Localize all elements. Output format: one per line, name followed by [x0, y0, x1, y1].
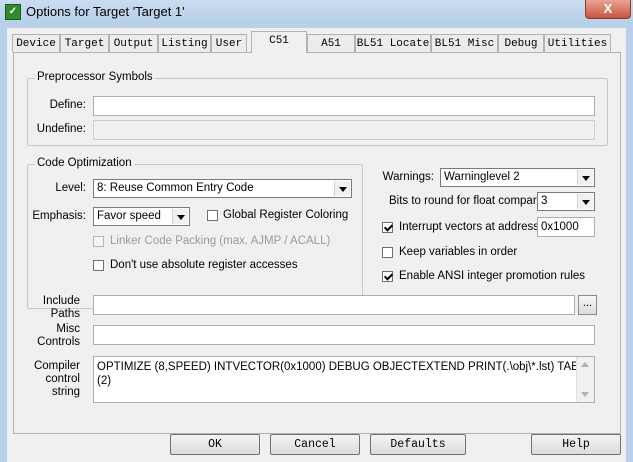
scroll-up-icon[interactable]: [581, 362, 589, 367]
interrupt-vectors-address-input[interactable]: 0x1000: [537, 217, 595, 237]
compiler-control-scrollbar[interactable]: [576, 357, 594, 402]
compiler-label-line2: control: [45, 373, 80, 385]
compiler-label-line3: string: [51, 386, 80, 398]
cancel-button[interactable]: Cancel: [270, 434, 360, 455]
scroll-down-icon[interactable]: [581, 392, 589, 397]
define-label: Define:: [49, 99, 86, 111]
interrupt-vectors-label: Interrupt vectors at address:: [399, 221, 543, 233]
level-label: Level:: [55, 182, 86, 194]
undefine-label: Undefine:: [36, 123, 86, 135]
float-bits-label: Bits to round for float compare:: [389, 195, 547, 207]
level-select[interactable]: 8: Reuse Common Entry Code: [93, 179, 352, 198]
interrupt-vectors-checkbox[interactable]: [382, 222, 393, 233]
no-absolute-register-label: Don't use absolute register accesses: [110, 259, 298, 271]
misc-label-line1: Misc: [56, 323, 80, 335]
compiler-control-string[interactable]: OPTIMIZE (8,SPEED) INTVECTOR(0x1000) DEB…: [93, 356, 595, 403]
emphasis-label: Emphasis:: [32, 210, 86, 222]
code-optimization-group-label: Code Optimization: [35, 157, 134, 169]
global-register-coloring-checkbox[interactable]: [207, 210, 218, 221]
emphasis-select[interactable]: Favor speed: [93, 207, 190, 226]
compiler-label-line1: Compiler: [33, 360, 80, 372]
float-bits-select[interactable]: 3: [537, 192, 595, 211]
chevron-down-icon[interactable]: [334, 181, 350, 196]
tab-utilities[interactable]: Utilities: [544, 34, 611, 52]
compiler-control-text: OPTIMIZE (8,SPEED) INTVECTOR(0x1000) DEB…: [97, 361, 587, 387]
global-register-coloring-label: Global Register Coloring: [223, 209, 349, 221]
help-button[interactable]: Help: [531, 434, 621, 455]
chevron-down-icon[interactable]: [577, 170, 593, 185]
ansi-promotion-checkbox[interactable]: [382, 271, 393, 282]
emphasis-select-value: Favor speed: [97, 210, 161, 222]
tab-user[interactable]: User: [211, 34, 247, 52]
include-label-line2: Paths: [50, 308, 80, 320]
tab-listing[interactable]: Listing: [158, 34, 211, 52]
ok-button[interactable]: OK: [170, 434, 260, 455]
preprocessor-group-label: Preprocessor Symbols: [35, 71, 155, 83]
tab-bl51-locate[interactable]: BL51 Locate: [355, 34, 431, 52]
warnings-label: Warnings:: [382, 171, 434, 183]
keep-variables-checkbox[interactable]: [382, 247, 393, 258]
tab-output[interactable]: Output: [109, 34, 158, 52]
tab-a51[interactable]: A51: [307, 34, 355, 52]
float-bits-select-value: 3: [541, 195, 548, 207]
include-label-line1: Include: [42, 295, 80, 307]
defaults-button[interactable]: Defaults: [370, 434, 466, 455]
tab-c51[interactable]: C51: [251, 31, 307, 53]
window-title: Options for Target 'Target 1': [26, 4, 185, 19]
warnings-select-value: Warninglevel 2: [444, 171, 520, 183]
dialog-client: Device Target Output Listing User C51 A5…: [7, 28, 626, 462]
warnings-select[interactable]: Warninglevel 2: [440, 168, 595, 187]
linker-code-packing-checkbox: [93, 236, 104, 247]
misc-label-line2: Controls: [37, 336, 80, 348]
title-bar: ✓ Options for Target 'Target 1' X: [0, 0, 633, 24]
close-button[interactable]: X: [585, 0, 631, 19]
tab-debug[interactable]: Debug: [498, 34, 544, 52]
tab-target[interactable]: Target: [60, 34, 109, 52]
misc-controls-input[interactable]: [93, 325, 595, 345]
tab-device[interactable]: Device: [12, 34, 60, 52]
linker-code-packing-label: Linker Code Packing (max. AJMP / ACALL): [110, 235, 331, 247]
app-icon: ✓: [5, 4, 21, 20]
include-paths-input[interactable]: [93, 295, 575, 315]
c51-panel: Preprocessor Symbols Define: Undefine: C…: [13, 52, 621, 434]
keep-variables-label: Keep variables in order: [399, 246, 518, 258]
level-select-value: 8: Reuse Common Entry Code: [97, 182, 254, 194]
no-absolute-register-checkbox[interactable]: [93, 260, 104, 271]
tab-bl51-misc[interactable]: BL51 Misc: [431, 34, 498, 52]
include-paths-browse-button[interactable]: ...: [578, 295, 597, 315]
undefine-input: [93, 120, 595, 140]
chevron-down-icon[interactable]: [577, 194, 593, 209]
ansi-promotion-label: Enable ANSI integer promotion rules: [399, 270, 586, 282]
define-input[interactable]: [93, 96, 595, 116]
chevron-down-icon[interactable]: [172, 209, 188, 224]
